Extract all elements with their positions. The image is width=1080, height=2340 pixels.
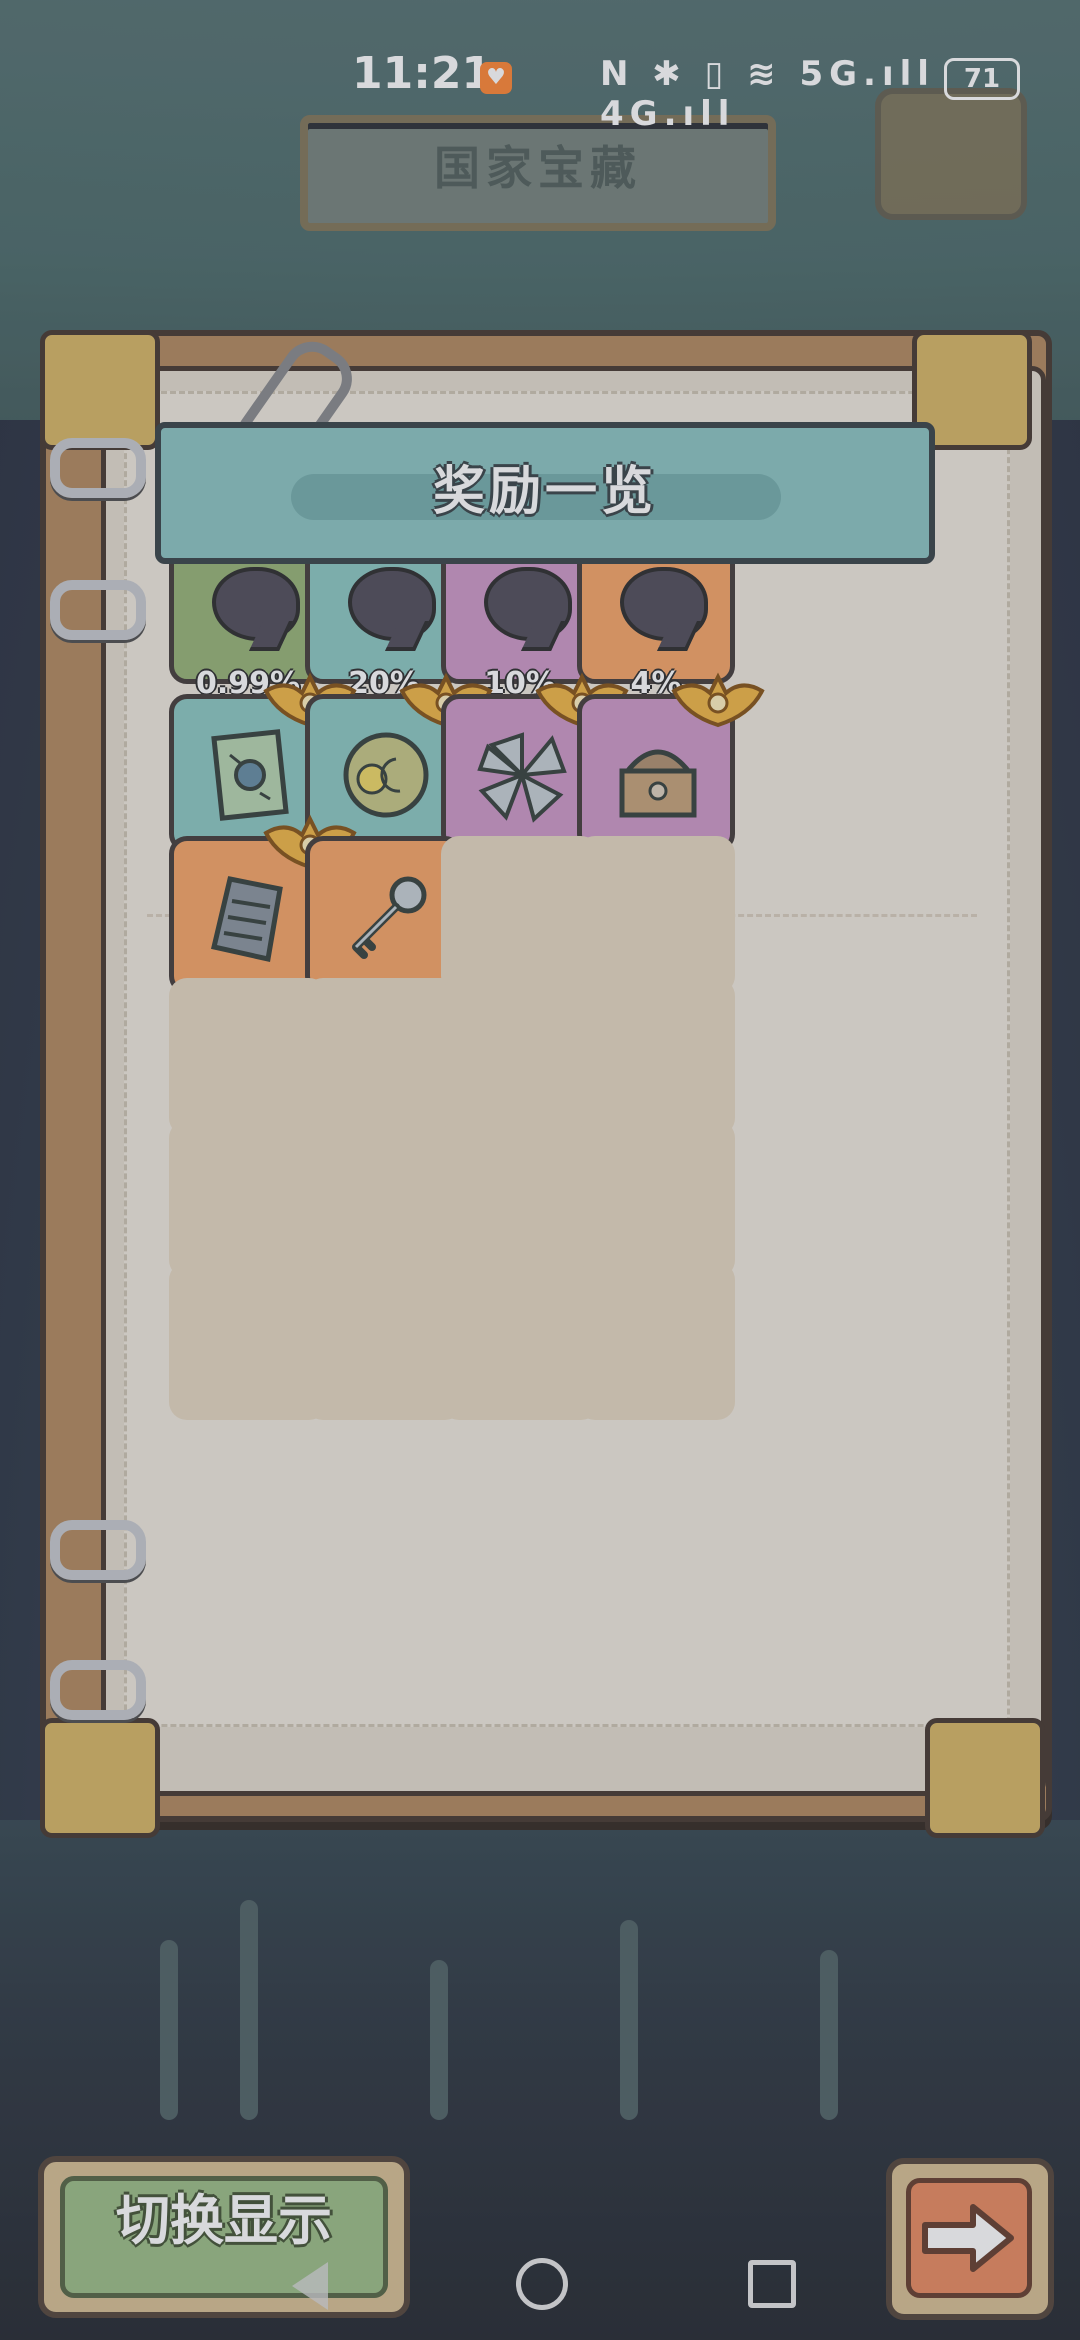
binder-ring bbox=[50, 1660, 146, 1720]
map-icon bbox=[211, 729, 289, 821]
mystery-blob-icon bbox=[212, 567, 300, 641]
reward-tile[interactable]: 10% bbox=[441, 672, 629, 869]
empty-slot bbox=[441, 1120, 599, 1278]
tablet-icon bbox=[210, 876, 283, 963]
panel-title-bar: 奖励一览 bbox=[155, 422, 935, 564]
coral bbox=[160, 1940, 178, 2120]
corner-plate bbox=[40, 1718, 160, 1838]
empty-slot bbox=[169, 1262, 327, 1420]
empty-slot bbox=[441, 978, 599, 1136]
coral bbox=[620, 1920, 638, 2120]
reward-grid: 0.99%20%10%4%20%20%10%10%5%0.01% bbox=[124, 391, 1010, 1727]
home-nav-icon[interactable] bbox=[516, 2258, 568, 2310]
empty-slot bbox=[169, 978, 327, 1136]
corner-plate bbox=[925, 1718, 1045, 1838]
panel-title: 奖励一览 bbox=[432, 462, 657, 522]
empty-slot bbox=[169, 1120, 327, 1278]
fan-icon bbox=[477, 732, 567, 823]
binder-ring bbox=[50, 1520, 146, 1580]
empty-slot bbox=[577, 978, 735, 1136]
empty-slot bbox=[577, 836, 735, 994]
mystery-blob-icon bbox=[484, 567, 572, 641]
empty-slot bbox=[305, 1120, 463, 1278]
reward-tile[interactable]: 5% bbox=[169, 814, 357, 1011]
empty-slot bbox=[305, 978, 463, 1136]
health-app-icon: ♥ bbox=[480, 62, 512, 94]
winged-eye-badge-icon bbox=[671, 672, 765, 728]
empty-slot bbox=[441, 1262, 599, 1420]
disc-icon bbox=[343, 732, 429, 818]
corner-plate bbox=[40, 330, 160, 450]
mystery-blob-icon bbox=[620, 567, 708, 641]
mystery-blob-icon bbox=[348, 567, 436, 641]
reward-tile[interactable]: 0.01% bbox=[305, 836, 463, 1011]
empty-slot bbox=[441, 836, 599, 994]
empty-slot bbox=[577, 1262, 735, 1420]
back-nav-icon[interactable] bbox=[292, 2262, 328, 2310]
coral bbox=[430, 1960, 448, 2120]
binder-ring bbox=[50, 580, 146, 640]
chest-icon bbox=[619, 749, 697, 818]
book-page: 0.99%20%10%4%20%20%10%10%5%0.01% bbox=[101, 366, 1046, 1796]
coral bbox=[240, 1900, 258, 2120]
battery-icon: 71 bbox=[944, 58, 1020, 100]
reward-tile[interactable]: 10% bbox=[577, 672, 765, 869]
coral bbox=[820, 1950, 838, 2120]
system-nav-bar bbox=[0, 2240, 1080, 2340]
empty-slot bbox=[577, 1120, 735, 1278]
recents-nav-icon[interactable] bbox=[748, 2260, 796, 2308]
key-icon bbox=[352, 876, 427, 959]
empty-slot bbox=[305, 1262, 463, 1420]
status-time: 11:21 bbox=[352, 48, 493, 99]
status-bar: 11:21 ♥ N ✱ ▯ ≋ 5G.ıll 4G.ıll 71 bbox=[0, 0, 1080, 150]
binder-ring bbox=[50, 438, 146, 498]
